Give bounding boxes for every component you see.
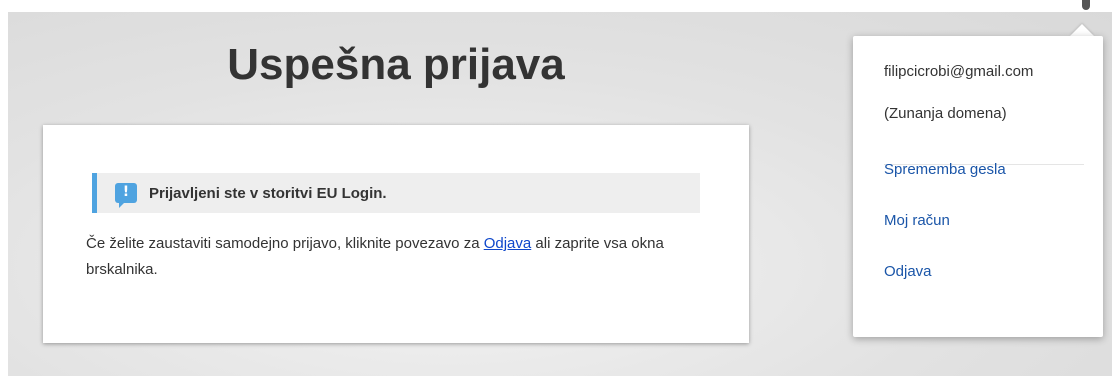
user-menu-toggle-icon[interactable] [1082, 0, 1090, 10]
user-email: filipcicrobi@gmail.com [884, 63, 1034, 80]
dropdown-caret [1070, 24, 1094, 36]
user-dropdown-menu: filipcicrobi@gmail.com (Zunanja domena) … [853, 36, 1103, 337]
logout-instructions: Če želite zaustaviti samodejno prijavo, … [86, 231, 706, 283]
instructions-text-before: Če želite zaustaviti samodejno prijavo, … [86, 235, 484, 252]
menu-item-logout[interactable]: Odjava [884, 263, 932, 280]
menu-item-my-account[interactable]: Moj račun [884, 212, 950, 229]
content-panel: ! Prijavljeni ste v storitvi EU Login. Č… [43, 125, 749, 343]
page-title: Uspešna prijava [227, 40, 565, 89]
user-domain: (Zunanja domena) [884, 105, 1007, 122]
info-exclamation-icon: ! [115, 183, 137, 208]
info-alert: ! Prijavljeni ste v storitvi EU Login. [92, 173, 700, 213]
menu-item-change-password[interactable]: Sprememba gesla [884, 161, 1006, 178]
alert-message: Prijavljeni ste v storitvi EU Login. [149, 184, 387, 202]
logout-link[interactable]: Odjava [484, 235, 532, 252]
